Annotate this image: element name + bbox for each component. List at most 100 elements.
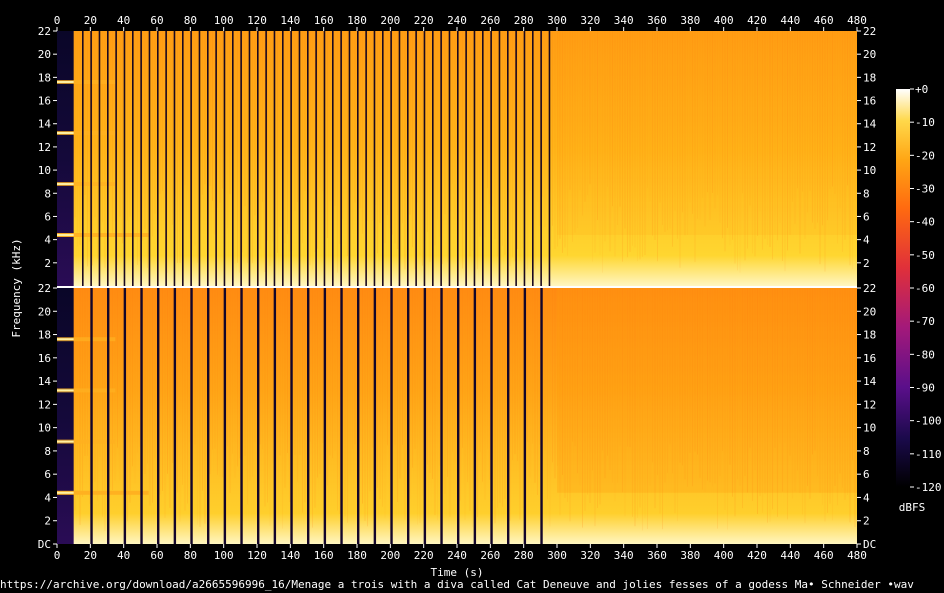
texture-streak <box>784 31 786 272</box>
texture-streak <box>97 31 98 259</box>
texture-streak <box>392 31 393 235</box>
texture-streak <box>634 288 636 527</box>
texture-streak <box>659 31 661 203</box>
y-tick-label-left: 10 <box>38 164 51 177</box>
texture-streak <box>484 288 486 500</box>
y-tick-label-left: 22 <box>38 282 51 295</box>
texture-streak <box>532 288 533 444</box>
texture-streak <box>822 288 823 505</box>
texture-streak <box>624 31 626 229</box>
colorbar-tick-label: -120 <box>915 481 942 494</box>
texture-streak <box>669 288 671 445</box>
texture-streak <box>152 31 153 237</box>
silence-gap <box>240 31 242 286</box>
texture-streak <box>634 31 636 248</box>
texture-streak <box>479 288 481 452</box>
texture-streak <box>732 288 733 497</box>
texture-streak <box>464 288 466 520</box>
texture-streak <box>572 288 573 442</box>
texture-streak <box>419 288 421 524</box>
texture-streak <box>184 31 186 185</box>
texture-streak <box>554 288 556 479</box>
texture-streak <box>329 31 331 202</box>
texture-streak <box>829 288 831 504</box>
texture-streak <box>827 31 828 221</box>
texture-streak <box>99 288 101 457</box>
texture-streak <box>277 31 278 253</box>
x-tick-label-top: 440 <box>780 14 800 27</box>
y-tick-label-left: 8 <box>44 187 51 200</box>
y-tick-label-right: 10 <box>863 164 876 177</box>
texture-streak <box>792 288 793 499</box>
texture-streak <box>799 31 801 254</box>
texture-streak <box>279 31 281 228</box>
texture-streak <box>417 288 418 525</box>
texture-streak <box>519 288 521 520</box>
silence-gap <box>215 31 217 286</box>
texture-streak <box>144 288 146 474</box>
texture-streak <box>769 288 771 522</box>
texture-streak <box>824 288 826 522</box>
texture-streak <box>709 31 711 221</box>
texture-streak <box>794 31 796 224</box>
silence-gap <box>365 31 367 286</box>
texture-streak <box>574 31 576 233</box>
texture-streak <box>667 31 668 231</box>
texture-streak <box>847 288 848 495</box>
y-tick-label-left: 14 <box>38 118 52 131</box>
silence-gap <box>282 31 284 286</box>
harmonic-core <box>57 81 74 83</box>
silence-gap <box>398 31 401 286</box>
y-tick-label-right: 18 <box>863 71 876 84</box>
texture-streak <box>267 288 268 503</box>
texture-streak <box>459 288 461 501</box>
texture-streak <box>769 31 771 248</box>
texture-streak <box>844 288 846 500</box>
texture-streak <box>629 288 631 448</box>
colorbar-tick-label: -100 <box>915 415 942 428</box>
texture-streak <box>854 31 856 201</box>
texture-streak <box>807 31 808 213</box>
x-tick-label-top: 340 <box>614 14 634 27</box>
silence-gap <box>82 31 84 286</box>
texture-streak <box>664 31 666 233</box>
texture-streak <box>712 31 713 193</box>
texture-streak <box>802 288 803 515</box>
texture-streak <box>564 31 566 248</box>
silence-gap <box>290 288 293 544</box>
texture-streak <box>322 288 323 443</box>
texture-streak <box>842 31 843 252</box>
texture-streak <box>217 288 218 475</box>
texture-streak <box>669 31 671 229</box>
silence-gap <box>515 31 517 286</box>
texture-streak <box>682 288 683 466</box>
texture-streak <box>154 31 156 214</box>
texture-streak <box>114 288 116 481</box>
texture-streak <box>849 288 851 523</box>
silence-gap <box>115 31 117 286</box>
silence-gap <box>540 288 543 544</box>
texture-streak <box>622 31 623 262</box>
texture-streak <box>169 31 171 241</box>
silence-gap <box>298 31 301 286</box>
texture-streak <box>604 288 606 479</box>
texture-streak <box>594 31 596 253</box>
texture-streak <box>569 31 571 190</box>
texture-streak <box>284 31 286 244</box>
texture-streak <box>797 31 798 189</box>
y-tick-label-right: 22 <box>863 25 876 38</box>
y-tick-label-left: 16 <box>38 95 51 108</box>
texture-streak <box>404 31 406 270</box>
texture-streak <box>607 31 608 187</box>
texture-streak <box>589 288 591 503</box>
silence-gap <box>532 31 534 286</box>
texture-streak <box>597 288 598 508</box>
silence-gap <box>507 288 510 544</box>
texture-streak <box>572 31 573 242</box>
texture-streak <box>377 31 378 254</box>
texture-streak <box>312 288 313 528</box>
texture-streak <box>299 288 301 455</box>
texture-streak <box>649 31 651 202</box>
texture-streak <box>109 31 111 190</box>
texture-streak <box>622 288 623 493</box>
